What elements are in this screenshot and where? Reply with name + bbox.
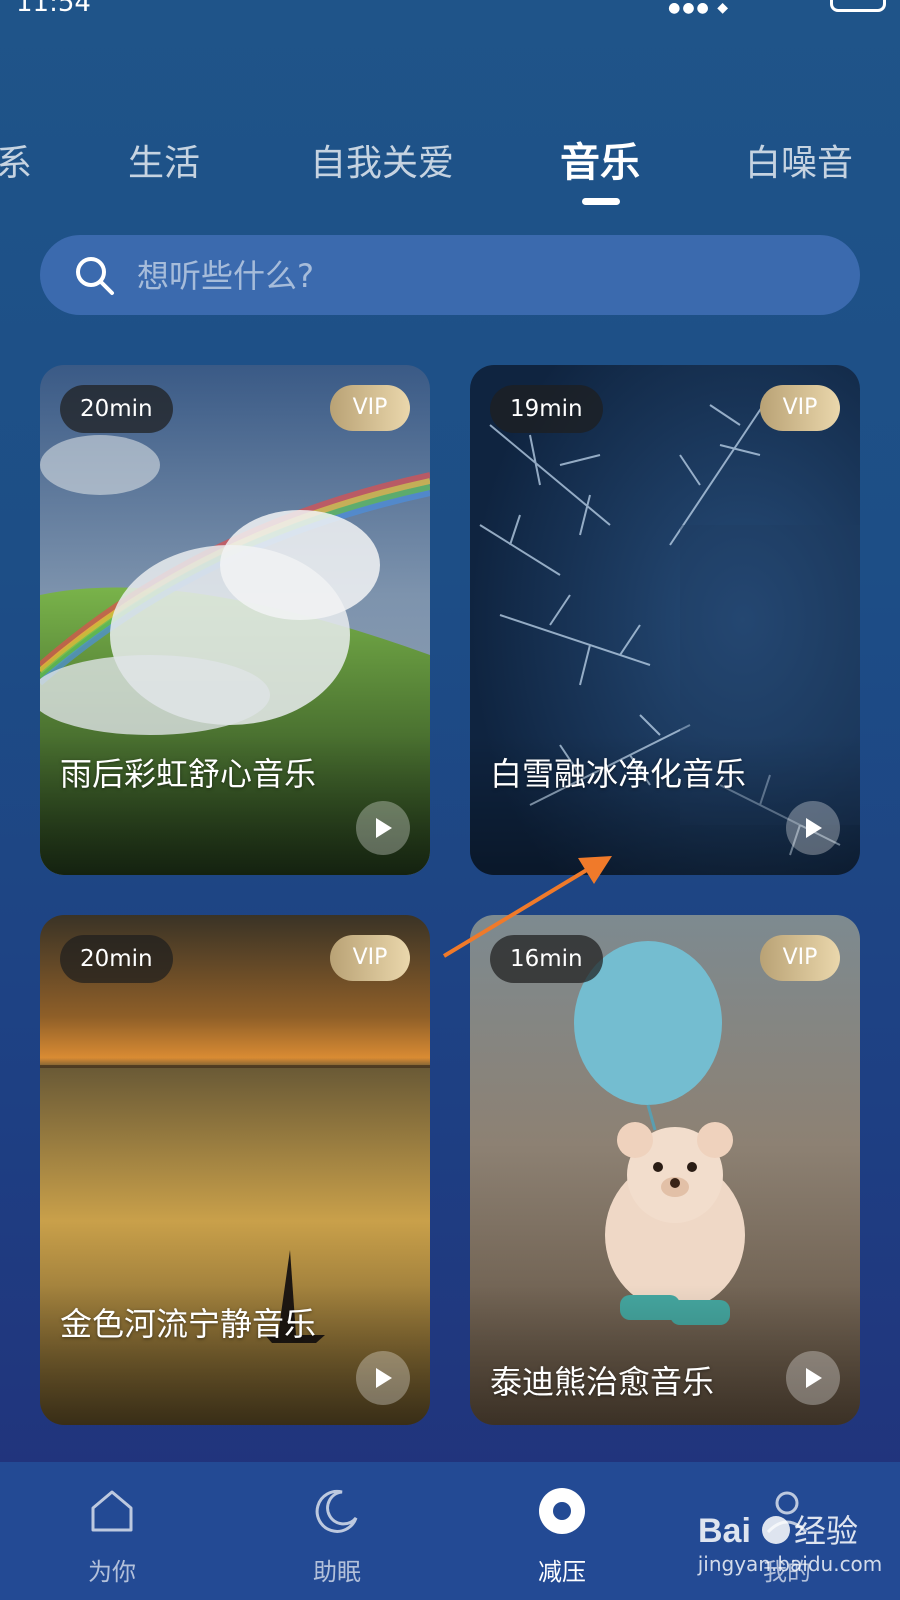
nav-label: 助眠 (313, 1558, 361, 1586)
status-bar: 11:54 ●●● ◆ (0, 0, 900, 18)
status-time: 11:54 (16, 0, 91, 18)
moon-icon (315, 1489, 358, 1533)
play-button[interactable] (356, 1351, 410, 1405)
tab-white-noise[interactable]: 白噪音 (745, 134, 853, 186)
vip-badge: VIP (760, 935, 840, 981)
play-button[interactable] (786, 801, 840, 855)
music-card-teddy-bear[interactable]: 16min VIP 泰迪熊治愈音乐 (470, 915, 860, 1425)
watermark-text: jingyan.baidu.com (697, 1552, 883, 1576)
active-tab-indicator (582, 198, 620, 205)
nav-relax[interactable]: 减压 (477, 1462, 647, 1600)
card-title: 白雪融冰净化音乐 (490, 755, 747, 793)
target-icon (539, 1488, 585, 1534)
nav-for-you[interactable]: 为你 (27, 1462, 197, 1600)
search-icon (76, 257, 114, 295)
duration-badge: 20min (60, 935, 173, 983)
music-card-golden-river[interactable]: 20min VIP 金色河流宁静音乐 (40, 915, 430, 1425)
tab-music[interactable]: 音乐 (560, 130, 640, 188)
vip-badge: VIP (330, 385, 410, 431)
duration-badge: 20min (60, 385, 173, 433)
tab-life[interactable]: 生活 (128, 134, 200, 186)
home-icon (91, 1490, 133, 1532)
category-tabs: 系 生活 自我关爱 音乐 白噪音 (0, 118, 900, 218)
signal-icon: ●●● ◆ (668, 0, 730, 16)
play-icon (806, 818, 822, 838)
battery-icon (830, 0, 886, 12)
music-card-rainbow[interactable]: 20min VIP 雨后彩虹舒心音乐 (40, 365, 430, 875)
search-input[interactable] (135, 251, 819, 301)
tab-self-care[interactable]: 自我关爱 (310, 134, 454, 186)
card-title: 泰迪熊治愈音乐 (490, 1363, 715, 1401)
card-title: 金色河流宁静音乐 (60, 1305, 317, 1343)
nav-label: 减压 (538, 1558, 586, 1586)
play-icon (806, 1368, 822, 1388)
card-title: 雨后彩虹舒心音乐 (60, 755, 317, 793)
nav-label: 为你 (88, 1558, 136, 1586)
svg-text:经验: 经验 (794, 1512, 858, 1550)
play-button[interactable] (786, 1351, 840, 1405)
svg-text:Bai: Bai (698, 1512, 751, 1550)
vip-badge: VIP (330, 935, 410, 981)
play-icon (376, 818, 392, 838)
tab-relation[interactable]: 系 (0, 134, 32, 186)
play-icon (376, 1368, 392, 1388)
duration-badge: 19min (490, 385, 603, 433)
nav-sleep[interactable]: 助眠 (252, 1462, 422, 1600)
annotation-arrow-icon (442, 856, 612, 958)
play-button[interactable] (356, 801, 410, 855)
music-card-frost[interactable]: 19min VIP 白雪融冰净化音乐 (470, 365, 860, 875)
search-bar[interactable] (40, 235, 860, 315)
vip-badge: VIP (760, 385, 840, 431)
